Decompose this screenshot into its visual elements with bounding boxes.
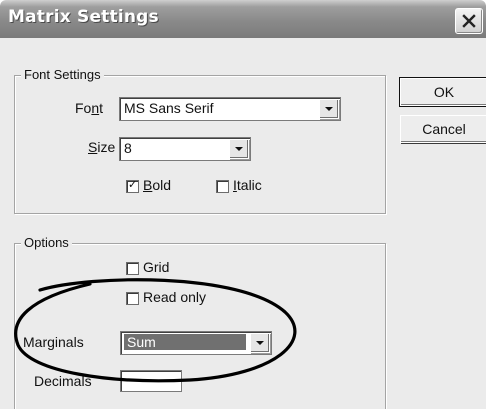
italic-checkbox[interactable] — [216, 180, 229, 193]
font-label: Font — [75, 100, 104, 116]
decimals-input[interactable] — [120, 370, 182, 392]
title-bar[interactable]: Matrix Settings — [0, 0, 486, 38]
options-group-label: Options — [21, 235, 72, 250]
size-select-dropdown-button[interactable] — [229, 139, 249, 159]
size-label: Size — [88, 139, 116, 155]
close-button[interactable] — [455, 8, 483, 34]
chevron-down-icon — [235, 147, 243, 151]
font-settings-group-label: Font Settings — [21, 67, 104, 82]
marginals-select[interactable]: Sum — [120, 331, 272, 355]
ok-button-label: OK — [433, 84, 455, 100]
font-select-value: MS Sans Serif — [124, 100, 214, 116]
close-icon — [462, 14, 476, 28]
font-select-dropdown-button[interactable] — [319, 99, 339, 119]
window-title: Matrix Settings — [8, 7, 159, 27]
size-select[interactable]: 8 — [119, 137, 251, 161]
matrix-settings-dialog: Matrix Settings Font Settings Font MS Sa… — [0, 0, 486, 409]
chevron-down-icon — [256, 341, 264, 345]
bold-label: Bold — [143, 177, 172, 193]
italic-label: Italic — [233, 177, 262, 193]
read-only-label: Read only — [143, 289, 207, 305]
checkmark-icon: ✓ — [128, 178, 138, 191]
ok-button[interactable]: OK — [399, 77, 486, 107]
font-select[interactable]: MS Sans Serif — [119, 97, 341, 121]
cancel-button[interactable]: Cancel — [400, 115, 486, 143]
cancel-button-label: Cancel — [422, 121, 466, 137]
size-select-value: 8 — [124, 140, 132, 156]
marginals-label: Marginals — [23, 334, 84, 350]
chevron-down-icon — [325, 107, 333, 111]
grid-checkbox[interactable] — [126, 262, 139, 275]
bold-checkbox[interactable]: ✓ — [126, 178, 139, 193]
marginals-select-value: Sum — [127, 334, 156, 350]
grid-label: Grid — [143, 259, 170, 275]
decimals-label: Decimals — [34, 373, 92, 389]
read-only-checkbox[interactable] — [126, 292, 139, 305]
marginals-select-dropdown-button[interactable] — [250, 333, 270, 353]
